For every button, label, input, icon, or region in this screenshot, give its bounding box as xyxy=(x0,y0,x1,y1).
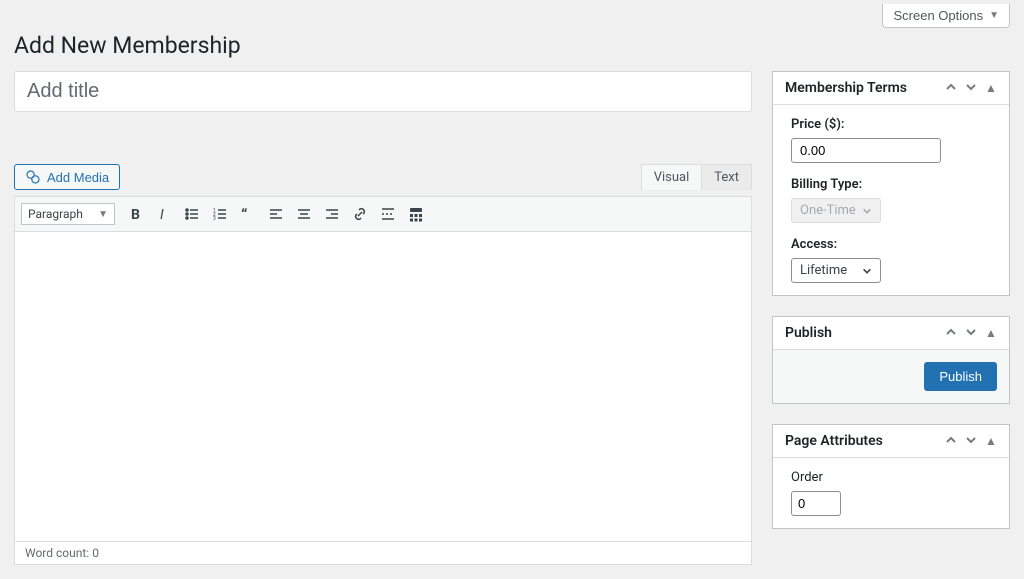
page-attributes-title: Page Attributes xyxy=(785,433,883,449)
screen-options-label: Screen Options xyxy=(893,8,983,23)
svg-text:I: I xyxy=(160,207,164,222)
wordcount-value: 0 xyxy=(92,546,99,560)
chevron-down-icon: ▼ xyxy=(989,10,999,21)
toggle-panel-icon[interactable]: ▲ xyxy=(985,434,997,448)
billing-type-select: One-Time xyxy=(791,198,881,223)
svg-text:“: “ xyxy=(241,206,247,222)
editor-toolbar: Paragraph ▼ B I 123 “ xyxy=(14,196,752,232)
svg-text:3: 3 xyxy=(213,216,216,222)
chevron-down-icon xyxy=(862,266,872,276)
align-center-button[interactable] xyxy=(291,201,317,227)
add-media-label: Add Media xyxy=(47,170,109,185)
bullet-list-button[interactable] xyxy=(179,201,205,227)
move-down-icon[interactable] xyxy=(965,326,977,340)
page-attributes-metabox: Page Attributes ▲ Order xyxy=(772,424,1010,529)
membership-terms-metabox: Membership Terms ▲ Price ($): Billing Ty… xyxy=(772,71,1010,296)
toggle-panel-icon[interactable]: ▲ xyxy=(985,81,997,95)
numbered-list-button[interactable]: 123 xyxy=(207,201,233,227)
move-down-icon[interactable] xyxy=(965,81,977,95)
align-right-button[interactable] xyxy=(319,201,345,227)
billing-type-label: Billing Type: xyxy=(791,177,991,192)
svg-text:B: B xyxy=(131,207,140,222)
media-icon xyxy=(25,169,41,185)
align-left-button[interactable] xyxy=(263,201,289,227)
move-up-icon[interactable] xyxy=(945,434,957,448)
tab-visual[interactable]: Visual xyxy=(641,164,703,190)
wordcount-label: Word count: xyxy=(25,546,89,560)
editor-footer: Word count: 0 xyxy=(14,542,752,565)
publish-metabox: Publish ▲ Publish xyxy=(772,316,1010,404)
publish-title: Publish xyxy=(785,325,832,341)
publish-button[interactable]: Publish xyxy=(924,362,997,391)
blockquote-button[interactable]: “ xyxy=(235,201,261,227)
order-input[interactable] xyxy=(791,491,841,516)
italic-button[interactable]: I xyxy=(151,201,177,227)
chevron-down-icon: ▼ xyxy=(98,209,108,220)
toggle-panel-icon[interactable]: ▲ xyxy=(985,326,997,340)
add-media-button[interactable]: Add Media xyxy=(14,164,120,190)
price-label: Price ($): xyxy=(791,117,991,132)
access-label: Access: xyxy=(791,237,991,252)
access-select[interactable]: Lifetime xyxy=(791,258,881,283)
tab-text[interactable]: Text xyxy=(701,164,752,190)
screen-options-button[interactable]: Screen Options ▼ xyxy=(882,4,1010,28)
move-down-icon[interactable] xyxy=(965,434,977,448)
read-more-button[interactable] xyxy=(375,201,401,227)
price-input[interactable] xyxy=(791,138,941,163)
order-label: Order xyxy=(791,470,991,485)
membership-terms-title: Membership Terms xyxy=(785,80,907,96)
post-title-input[interactable] xyxy=(14,71,752,112)
editor-textarea[interactable] xyxy=(14,232,752,542)
bold-button[interactable]: B xyxy=(123,201,149,227)
move-up-icon[interactable] xyxy=(945,81,957,95)
paragraph-select[interactable]: Paragraph ▼ xyxy=(21,203,115,225)
toolbar-toggle-button[interactable] xyxy=(403,201,429,227)
page-title: Add New Membership xyxy=(14,28,1010,71)
move-up-icon[interactable] xyxy=(945,326,957,340)
chevron-down-icon xyxy=(862,206,872,216)
link-button[interactable] xyxy=(347,201,373,227)
